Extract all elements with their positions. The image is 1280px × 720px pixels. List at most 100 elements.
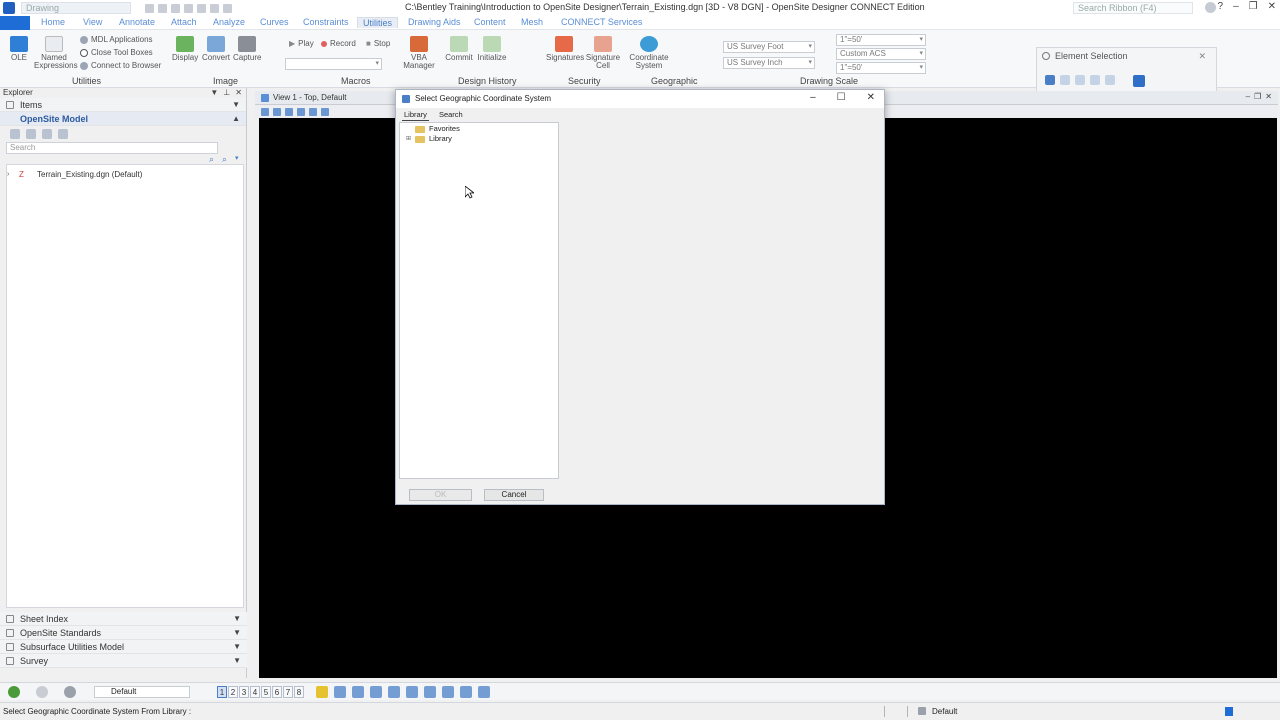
model-icon[interactable] [26,129,36,139]
maximize-icon[interactable]: ☐ [837,92,846,103]
measure-icon[interactable] [460,686,472,698]
tab-home[interactable]: Home [41,17,65,27]
chevron-down-icon[interactable]: ▾ [235,154,239,162]
minimize-icon[interactable]: – [1246,92,1250,101]
redo-icon[interactable] [210,3,219,13]
pin-icon[interactable] [223,3,232,13]
ribbon-search-input[interactable]: Search Ribbon (F4) [1073,2,1193,14]
section-sheet-index[interactable]: Sheet Index ▼ [0,612,247,626]
vba-manager-button[interactable]: VBA Manager [402,36,436,70]
restore-icon[interactable]: ❐ [1254,92,1261,101]
dropdown-icon[interactable]: ▼ [210,88,218,98]
gear-icon[interactable] [1042,52,1050,60]
line-icon[interactable] [334,686,346,698]
close-icon[interactable]: ✕ [1268,1,1276,12]
app-icon[interactable] [3,2,15,14]
rotate-icon[interactable] [424,686,436,698]
close-icon[interactable]: ✕ [867,92,875,103]
active-model-select[interactable]: Default [94,686,190,698]
forward-icon[interactable] [36,686,48,698]
view-button-5[interactable]: 5 [261,686,271,698]
tab-utilities[interactable]: Utilities [357,17,399,28]
convert-button[interactable]: Convert [202,36,230,62]
signatures-button[interactable]: Signatures [546,36,584,62]
zoom-out-icon[interactable] [309,107,317,116]
expand-icon[interactable]: ⊞ [405,136,412,143]
view-button-8[interactable]: 8 [294,686,304,698]
capture-button[interactable]: Capture [233,36,261,62]
individual-selection-icon[interactable] [1045,75,1055,85]
coordinate-system-button[interactable]: Coordinate System [628,36,670,70]
tree-node-library[interactable]: ⊞ Library [400,134,558,144]
quick-access-workflow-field[interactable]: Drawing [21,2,131,14]
view-button-3[interactable]: 3 [239,686,249,698]
help-icon[interactable]: ? [1218,1,1224,12]
refresh-icon[interactable] [10,129,20,139]
snap-icon[interactable] [406,686,418,698]
stop-macro-button[interactable]: ■ Stop [366,39,390,48]
save-icon[interactable] [171,3,180,13]
zoom-in-icon[interactable] [297,107,305,116]
user-icon[interactable] [1205,2,1216,13]
close-icon[interactable]: ✕ [235,88,242,98]
tab-library[interactable]: Library [402,109,429,121]
tree-node-favorites[interactable]: Favorites [400,124,558,134]
view-button-1[interactable]: 1 [217,686,227,698]
new-file-icon[interactable] [145,3,154,13]
view-button-2[interactable]: 2 [228,686,238,698]
section-opensite-standards[interactable]: OpenSite Standards ▼ [0,626,247,640]
update-icon[interactable] [285,107,293,116]
tab-drawing-aids[interactable]: Drawing Aids [408,17,461,27]
tab-connect-services[interactable]: CONNECT Services [561,17,642,27]
tab-attach[interactable]: Attach [171,17,197,27]
close-icon[interactable]: ✕ [1198,48,1206,64]
macro-select[interactable] [285,58,382,70]
display-button[interactable]: Display [172,36,198,62]
explorer-search-input[interactable]: Search [6,142,218,154]
notification-icon[interactable] [1225,707,1233,716]
grid-icon[interactable] [352,686,364,698]
close-tool-boxes-button[interactable]: Close Tool Boxes [80,48,153,57]
close-icon[interactable]: ✕ [1265,92,1272,101]
commit-button[interactable]: Commit [444,36,474,62]
filter-icon[interactable] [58,129,68,139]
circle-icon[interactable] [388,686,400,698]
tab-content[interactable]: Content [474,17,506,27]
acs-select[interactable]: Custom ACS [836,48,926,60]
tab-analyze[interactable]: Analyze [213,17,245,27]
sub-units-select[interactable]: US Survey Inch [723,57,815,69]
tab-search[interactable]: Search [437,109,465,121]
section-items[interactable]: Items ▼ [0,98,246,112]
minimize-icon[interactable]: – [1233,1,1239,12]
section-opensite-model[interactable]: OpenSite Model ▲ [0,112,246,126]
fit-view-icon[interactable] [478,686,490,698]
tab-annotate[interactable]: Annotate [119,17,155,27]
record-macro-button[interactable]: Record [321,39,356,48]
drawing-scale-select[interactable]: 1"=50' [836,34,926,46]
model-icon[interactable] [64,686,76,698]
back-icon[interactable] [8,686,20,698]
section-subsurface-utilities[interactable]: Subsurface Utilities Model ▼ [0,640,247,654]
minimize-icon[interactable]: – [810,92,816,103]
named-expressions-button[interactable]: Named Expressions [34,36,78,70]
annotation-scale-select[interactable]: 1"=50' [836,62,926,74]
shape-selection-icon[interactable] [1075,75,1085,85]
pencil-icon[interactable] [370,686,382,698]
ole-button[interactable]: OLE [8,36,30,62]
fence-selection-icon[interactable] [1105,75,1115,85]
view-button-4[interactable]: 4 [250,686,260,698]
section-survey[interactable]: Survey ▼ [0,654,247,668]
ok-button[interactable]: OK [409,489,472,501]
undo-icon[interactable] [197,3,206,13]
window-area-icon[interactable] [321,107,329,116]
tab-view[interactable]: View [83,17,102,27]
block-selection-icon[interactable] [1060,75,1070,85]
play-macro-button[interactable]: ▶ Play [289,39,314,48]
pin-icon[interactable]: ⊥ [223,88,230,98]
initialize-button[interactable]: Initialize [476,36,508,62]
open-file-icon[interactable] [158,3,167,13]
signature-cell-button[interactable]: Signature Cell [584,36,622,70]
cancel-button[interactable]: Cancel [484,489,544,501]
tab-curves[interactable]: Curves [260,17,289,27]
restore-icon[interactable]: ❐ [1249,1,1258,12]
